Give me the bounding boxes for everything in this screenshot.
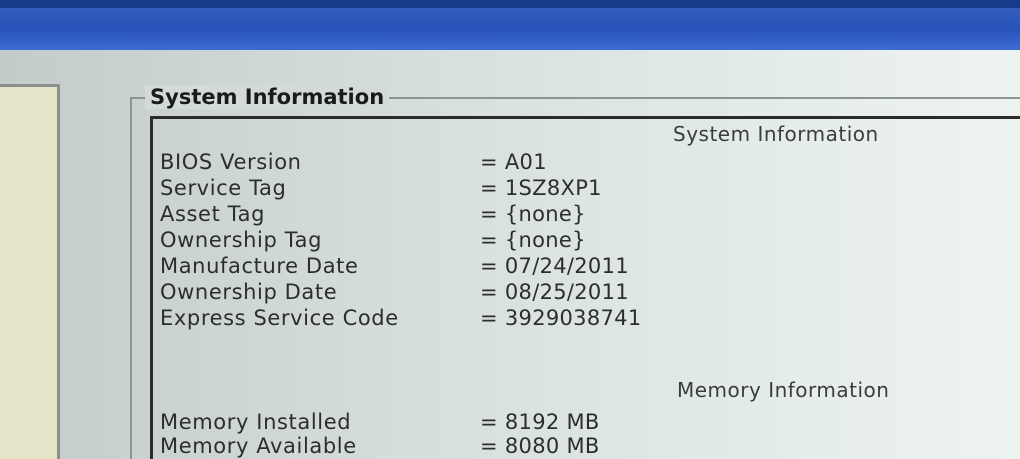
bios-version-value: = A01 [480, 150, 547, 174]
memory-installed-value: = 8192 MB [480, 410, 600, 434]
service-tag-value: = 1SZ8XP1 [480, 176, 602, 200]
title-bar-shade [0, 0, 1020, 8]
ownership-tag-label: Ownership Tag [160, 228, 323, 252]
memory-installed-label: Memory Installed [160, 410, 352, 434]
ownership-tag-value: = {none} [480, 228, 586, 252]
asset-tag-value: = {none} [480, 202, 586, 226]
left-nav-panel[interactable] [0, 84, 60, 459]
express-service-code-label: Express Service Code [160, 306, 399, 330]
memory-available-value: = 8080 MB [480, 434, 600, 458]
window-title-bar [0, 0, 1020, 50]
asset-tag-label: Asset Tag [160, 202, 266, 226]
service-tag-label: Service Tag [160, 176, 287, 200]
memory-info-heading: Memory Information [677, 378, 890, 402]
express-service-code-value: = 3929038741 [480, 306, 642, 330]
manufacture-date-value: = 07/24/2011 [480, 254, 629, 278]
system-info-heading: System Information [673, 122, 879, 146]
ownership-date-label: Ownership Date [160, 280, 338, 304]
bios-version-label: BIOS Version [160, 150, 302, 174]
ownership-date-value: = 08/25/2011 [480, 280, 629, 304]
memory-available-label: Memory Available [160, 434, 357, 458]
group-title: System Information [145, 85, 390, 109]
manufacture-date-label: Manufacture Date [160, 254, 359, 278]
